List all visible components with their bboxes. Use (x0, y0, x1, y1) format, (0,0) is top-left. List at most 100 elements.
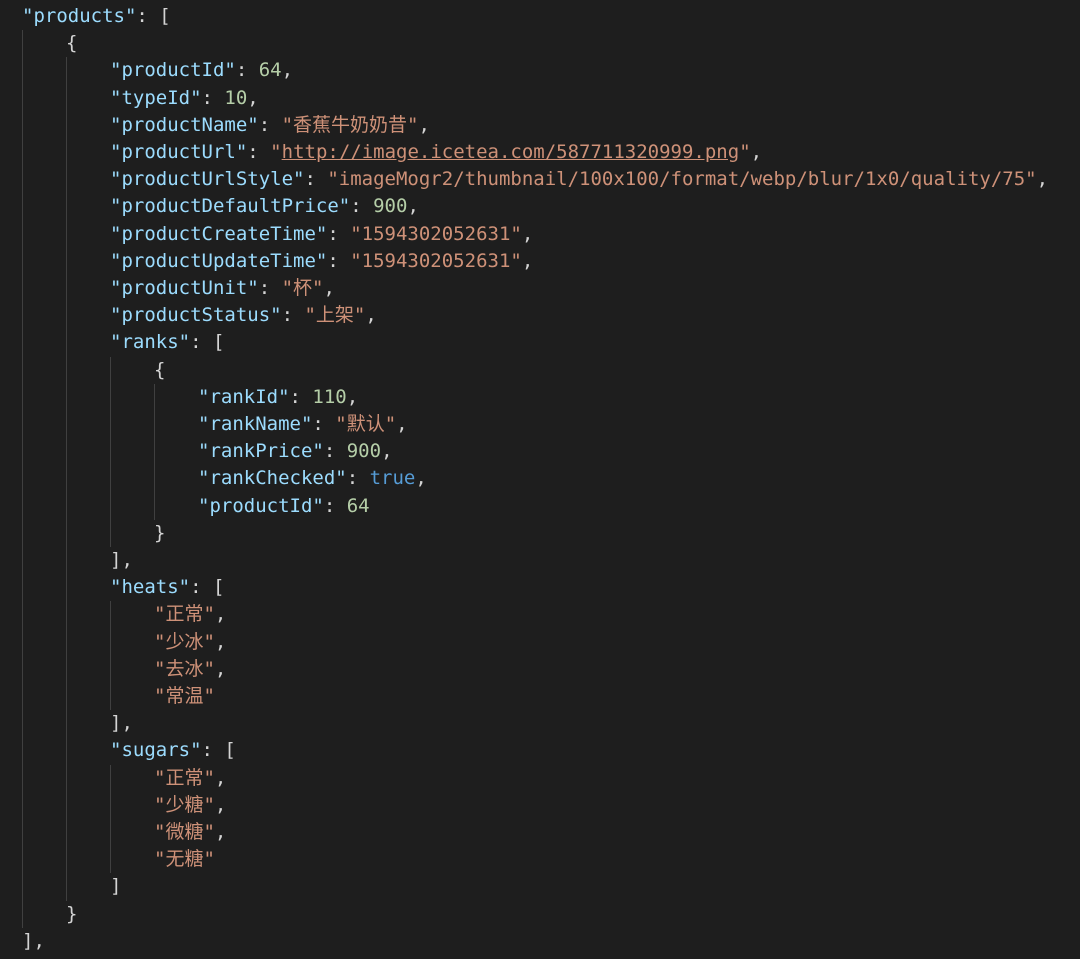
code-token: "正常" (154, 766, 215, 789)
code-token: "productDefaultPrice" (110, 195, 351, 218)
code-line: "rankPrice": 900, (198, 438, 393, 465)
code-token: : (350, 195, 374, 218)
code-token: , (521, 249, 534, 272)
code-token: 10 (224, 86, 248, 109)
code-line: ] (110, 873, 121, 900)
code-line: "无糖" (154, 846, 215, 873)
code-token: , (214, 603, 227, 626)
code-line: ], (110, 710, 133, 737)
code-token: , (365, 304, 377, 327)
code-token: "常温" (154, 685, 215, 707)
code-token: "少糖" (154, 793, 215, 816)
code-token: "去冰" (154, 657, 215, 680)
code-line: "正常", (154, 765, 226, 792)
code-token: : (304, 168, 328, 191)
indent-guide (22, 30, 23, 928)
code-editor[interactable]: "products": [{"productId": 64, "typeId": … (0, 0, 1080, 959)
code-token: , (247, 86, 259, 109)
code-token: , (750, 141, 763, 163)
code-token: 110 (312, 385, 347, 408)
code-line: "少糖", (154, 792, 226, 819)
code-token: "productId" (110, 59, 236, 82)
code-token: : [ (136, 5, 171, 27)
code-token: "productUpdateTime" (110, 249, 328, 272)
code-token: " (739, 141, 751, 163)
code-token: : (258, 113, 282, 136)
code-token: "productUnit" (110, 277, 259, 299)
code-line: "productUpdateTime": "1594302052631", (110, 248, 533, 275)
code-token: : (327, 249, 351, 272)
code-token: : [ (190, 331, 225, 354)
code-line: "去冰", (154, 656, 226, 683)
code-token: "imageMogr2/thumbnail/100x100/format/web… (327, 168, 1037, 191)
code-token: : (346, 467, 370, 490)
code-token: : (327, 222, 351, 245)
code-token: : [ (201, 739, 236, 762)
code-token: : (201, 86, 225, 109)
code-token: } (66, 902, 78, 925)
code-token: ], (110, 712, 133, 735)
code-line: "products": [ (22, 3, 171, 30)
code-line: "heats": [ (110, 574, 224, 601)
code-token: , (214, 821, 227, 843)
code-token: , (214, 657, 227, 680)
code-token: } (154, 521, 166, 544)
code-line: "rankChecked": true, (198, 465, 427, 492)
code-line: "productId": 64 (198, 493, 370, 520)
code-token: "products" (22, 5, 137, 27)
code-token: , (346, 385, 359, 408)
code-line: ], (110, 547, 133, 574)
code-token: : (323, 440, 347, 463)
code-token: { (66, 32, 78, 55)
code-token: , (396, 413, 408, 435)
code-token: , (214, 766, 227, 789)
url-link[interactable]: http://image.icetea.com/587711320999.png (282, 141, 740, 163)
code-token: , (521, 222, 534, 245)
code-token: "productUrlStyle" (110, 168, 305, 191)
code-token: : (235, 59, 259, 82)
code-token: " (270, 141, 282, 163)
code-token: "香蕉牛奶奶昔" (281, 113, 419, 136)
code-token: ] (110, 875, 122, 898)
code-token: "1594302052631" (350, 222, 522, 245)
code-line: } (66, 901, 77, 928)
code-token: , (323, 277, 335, 299)
indent-guide (154, 383, 155, 520)
code-line: { (154, 357, 165, 384)
code-token: : (258, 277, 282, 299)
code-token: : (312, 413, 336, 435)
code-line: "ranks": [ (110, 329, 224, 356)
code-token: : (281, 304, 305, 327)
code-token: "productCreateTime" (110, 222, 328, 245)
code-line: "rankId": 110, (198, 384, 358, 411)
code-token: , (214, 630, 227, 653)
code-token: "rankName" (198, 413, 313, 435)
code-token: "1594302052631" (350, 249, 522, 272)
code-token: "无糖" (154, 848, 215, 871)
code-token: "rankChecked" (198, 467, 347, 490)
code-token: "productName" (110, 113, 259, 136)
code-token: : [ (190, 576, 225, 599)
code-token: "productStatus" (110, 304, 282, 327)
code-token: 64 (346, 494, 370, 517)
code-line: "productId": 64, (110, 57, 293, 84)
code-token: "sugars" (110, 739, 202, 762)
code-line: "productCreateTime": "1594302052631", (110, 221, 533, 248)
code-token: "默认" (335, 413, 397, 435)
code-token: "少冰" (154, 630, 215, 653)
code-line: ], (22, 928, 45, 955)
code-line: "typeId": 10, (110, 85, 259, 112)
code-token: , (418, 113, 430, 136)
code-token: , (381, 440, 393, 463)
indent-guide (110, 601, 111, 711)
code-token: , (1036, 168, 1049, 191)
code-token: "productId" (198, 494, 324, 517)
code-line: "productUnit": "杯", (110, 275, 335, 302)
code-token: "微糖" (154, 821, 215, 843)
code-token: "rankPrice" (198, 440, 324, 463)
code-token: 900 (346, 440, 382, 463)
code-line: "productName": "香蕉牛奶奶昔", (110, 112, 430, 139)
code-line: "正常", (154, 601, 226, 628)
code-token: 64 (258, 59, 282, 82)
code-line: "sugars": [ (110, 737, 236, 764)
